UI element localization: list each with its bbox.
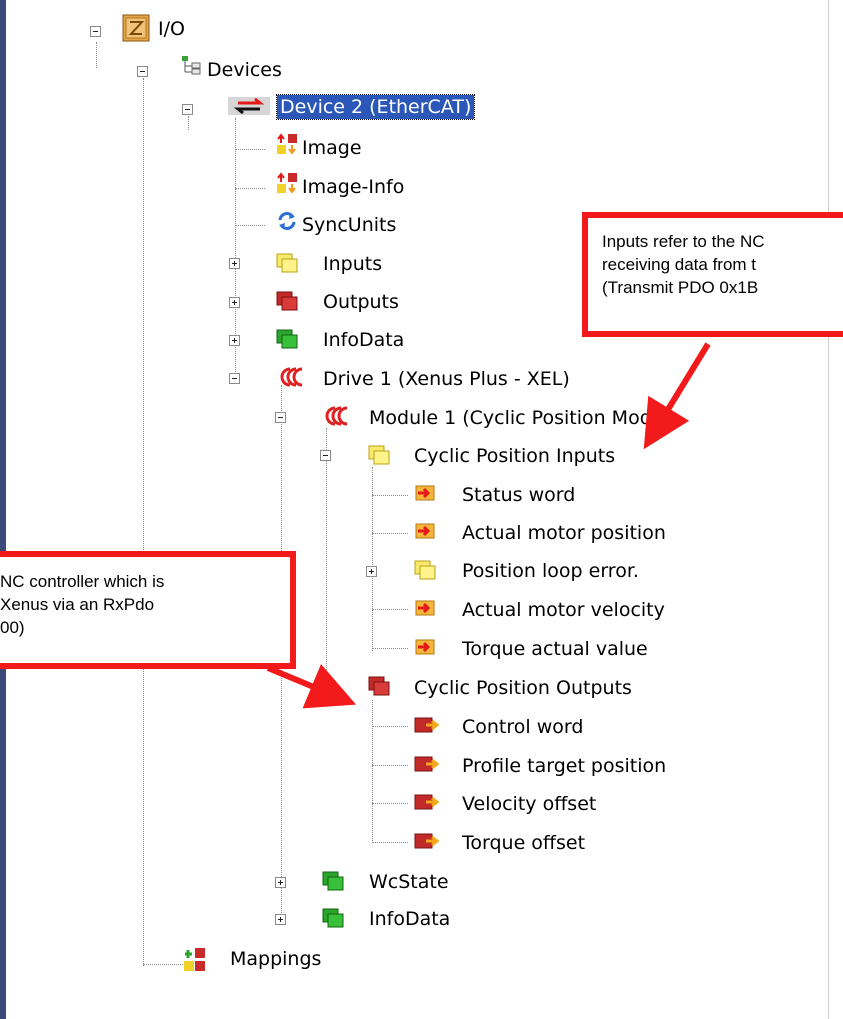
tree-node-image-info[interactable]: Image-Info	[302, 175, 404, 199]
input-var-icon	[415, 523, 435, 539]
wcstate-icon	[322, 871, 344, 891]
tree-node-torque-actual-value[interactable]: Torque actual value	[462, 637, 648, 661]
tree-node-wcstate[interactable]: WcState	[369, 870, 449, 894]
tree-node-image[interactable]: Image	[302, 136, 362, 160]
tree-node-actual-motor-velocity[interactable]: Actual motor velocity	[462, 598, 665, 622]
input-var-icon	[415, 639, 435, 655]
tree-node-position-loop-error[interactable]: Position loop error.	[462, 559, 639, 583]
window-left-gap	[6, 0, 10, 1019]
expander-outputs[interactable]	[229, 297, 240, 308]
output-var-icon	[414, 756, 440, 772]
tree-node-control-word[interactable]: Control word	[462, 715, 583, 739]
drive-icon	[280, 367, 303, 387]
tree-node-module1[interactable]: Module 1 (Cyclic Position Mode)	[369, 406, 671, 430]
tree-node-cyclic-inputs[interactable]: Cyclic Position Inputs	[414, 444, 615, 468]
output-var-icon	[414, 717, 440, 733]
cyclic-outputs-icon	[368, 676, 390, 696]
input-var-icon	[415, 600, 435, 616]
expander-module1[interactable]	[275, 412, 286, 423]
expander-infodata[interactable]	[229, 335, 240, 346]
tree-node-actual-motor-position[interactable]: Actual motor position	[462, 521, 666, 545]
tree-node-profile-target-position[interactable]: Profile target position	[462, 754, 666, 778]
panel-right-edge	[828, 0, 829, 1019]
expander-drive1[interactable]	[229, 373, 240, 384]
tree-node-velocity-offset[interactable]: Velocity offset	[462, 792, 596, 816]
tree-node-io[interactable]: I/O	[158, 17, 185, 41]
callout-outputs-note: NC controller which is Xenus via an RxPd…	[0, 551, 296, 669]
tree-node-inputs[interactable]: Inputs	[323, 252, 382, 276]
tree-node-device2-selected[interactable]: Device 2 (EtherCAT)	[275, 94, 476, 120]
devices-icon	[182, 56, 201, 75]
inputs-icon	[276, 253, 298, 273]
expander-position-loop-error[interactable]	[366, 566, 377, 577]
callout-arrows	[266, 342, 711, 709]
ethercat-device-icon	[228, 97, 270, 115]
tree-node-outputs[interactable]: Outputs	[323, 290, 399, 314]
image-info-icon	[277, 172, 297, 194]
image-process-icon	[277, 133, 297, 155]
arrow-to-cyclic-outputs	[266, 664, 357, 709]
expander-devices[interactable]	[137, 66, 148, 77]
expander-wcstate[interactable]	[275, 877, 286, 888]
cyclic-inputs-icon	[368, 445, 390, 465]
mappings-icon	[184, 948, 205, 971]
tree-node-infodata-2[interactable]: InfoData	[369, 907, 450, 931]
output-var-icon	[414, 833, 440, 849]
expander-io[interactable]	[90, 26, 101, 37]
callout-outputs-line-3: 00)	[0, 618, 25, 637]
tree-node-infodata[interactable]: InfoData	[323, 328, 404, 352]
sync-units-icon	[278, 212, 296, 230]
tree-node-devices[interactable]: Devices	[207, 58, 282, 82]
callout-inputs-line-3: (Transmit PDO 0x1B	[602, 278, 759, 297]
input-var-icon	[415, 485, 435, 501]
module-icon	[325, 406, 348, 426]
expander-cyclic-outputs[interactable]	[320, 682, 331, 693]
callout-inputs-line-2: receiving data from t	[602, 255, 757, 274]
callout-outputs-line-2: Xenus via an RxPdo	[0, 595, 155, 614]
expander-infodata2[interactable]	[275, 914, 286, 925]
tree-node-mappings[interactable]: Mappings	[230, 947, 321, 971]
io-folder-icon	[122, 14, 150, 42]
expander-cyclic-inputs[interactable]	[320, 450, 331, 461]
infodata-icon	[276, 329, 298, 349]
position-loop-error-icon	[414, 560, 436, 580]
tree-node-torque-offset[interactable]: Torque offset	[462, 831, 585, 855]
tree-node-drive1[interactable]: Drive 1 (Xenus Plus - XEL)	[323, 367, 570, 391]
outputs-icon	[276, 291, 298, 311]
tree-node-syncunits[interactable]: SyncUnits	[302, 213, 396, 237]
callout-inputs-note: Inputs refer to the NC receiving data fr…	[582, 212, 843, 337]
expander-device2[interactable]	[182, 104, 193, 115]
tree-node-status-word[interactable]: Status word	[462, 483, 575, 507]
infodata-icon	[322, 908, 344, 928]
expander-inputs[interactable]	[229, 258, 240, 269]
callout-outputs-line-1: NC controller which is	[0, 572, 165, 591]
callout-inputs-line-1: Inputs refer to the NC	[602, 232, 765, 251]
output-var-icon	[414, 794, 440, 810]
tree-node-cyclic-outputs[interactable]: Cyclic Position Outputs	[414, 676, 632, 700]
